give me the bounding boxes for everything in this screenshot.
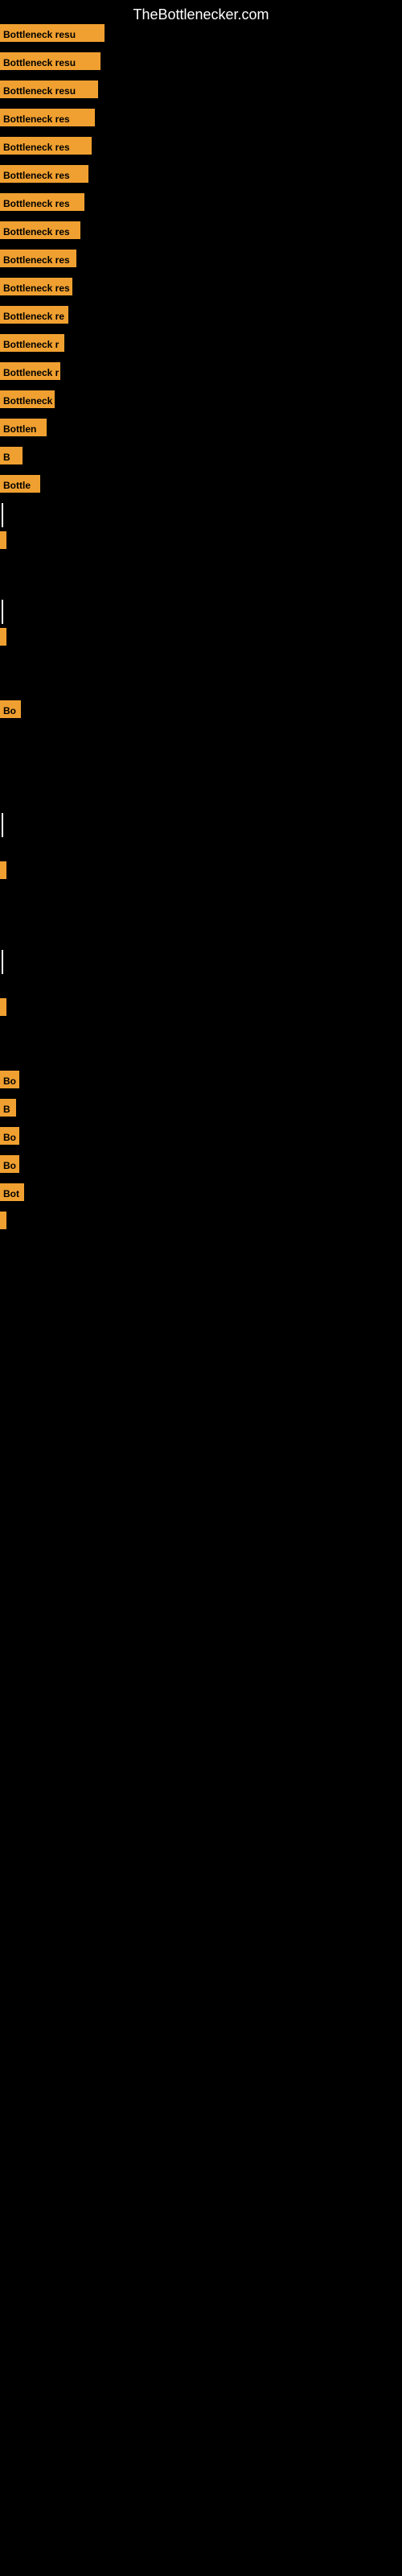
bar-item — [0, 998, 6, 1016]
vertical-line — [2, 503, 3, 527]
bar-item: Bo — [0, 1071, 19, 1088]
bar-item: Bottleneck res — [0, 193, 84, 211]
bar-item — [0, 861, 6, 879]
bar-item: B — [0, 1099, 16, 1117]
bar-item: Bottleneck res — [0, 250, 76, 267]
bar-item: Bottleneck — [0, 390, 55, 408]
bar-item: Bottlen — [0, 419, 47, 436]
bar-item: Bottleneck r — [0, 334, 64, 352]
bar-item: B — [0, 447, 23, 464]
bar-item: Bo — [0, 1127, 19, 1145]
bar-item — [0, 531, 6, 549]
bar-item: Bottleneck res — [0, 221, 80, 239]
bar-item: Bottleneck re — [0, 306, 68, 324]
bar-item: Bo — [0, 1155, 19, 1173]
vertical-line — [2, 600, 3, 624]
bar-item: Bottle — [0, 475, 40, 493]
bar-item: Bottleneck resu — [0, 80, 98, 98]
bar-item: Bot — [0, 1183, 24, 1201]
bar-item: Bottleneck res — [0, 109, 95, 126]
bar-item: Bottleneck resu — [0, 24, 105, 42]
vertical-line — [2, 813, 3, 837]
bar-item: Bottleneck res — [0, 278, 72, 295]
bar-item: Bottleneck res — [0, 165, 88, 183]
bar-item: Bottleneck resu — [0, 52, 100, 70]
bar-item — [0, 1212, 6, 1229]
bar-item: Bo — [0, 700, 21, 718]
bar-item — [0, 628, 6, 646]
bar-item: Bottleneck r — [0, 362, 60, 380]
bar-item: Bottleneck res — [0, 137, 92, 155]
vertical-line — [2, 950, 3, 974]
